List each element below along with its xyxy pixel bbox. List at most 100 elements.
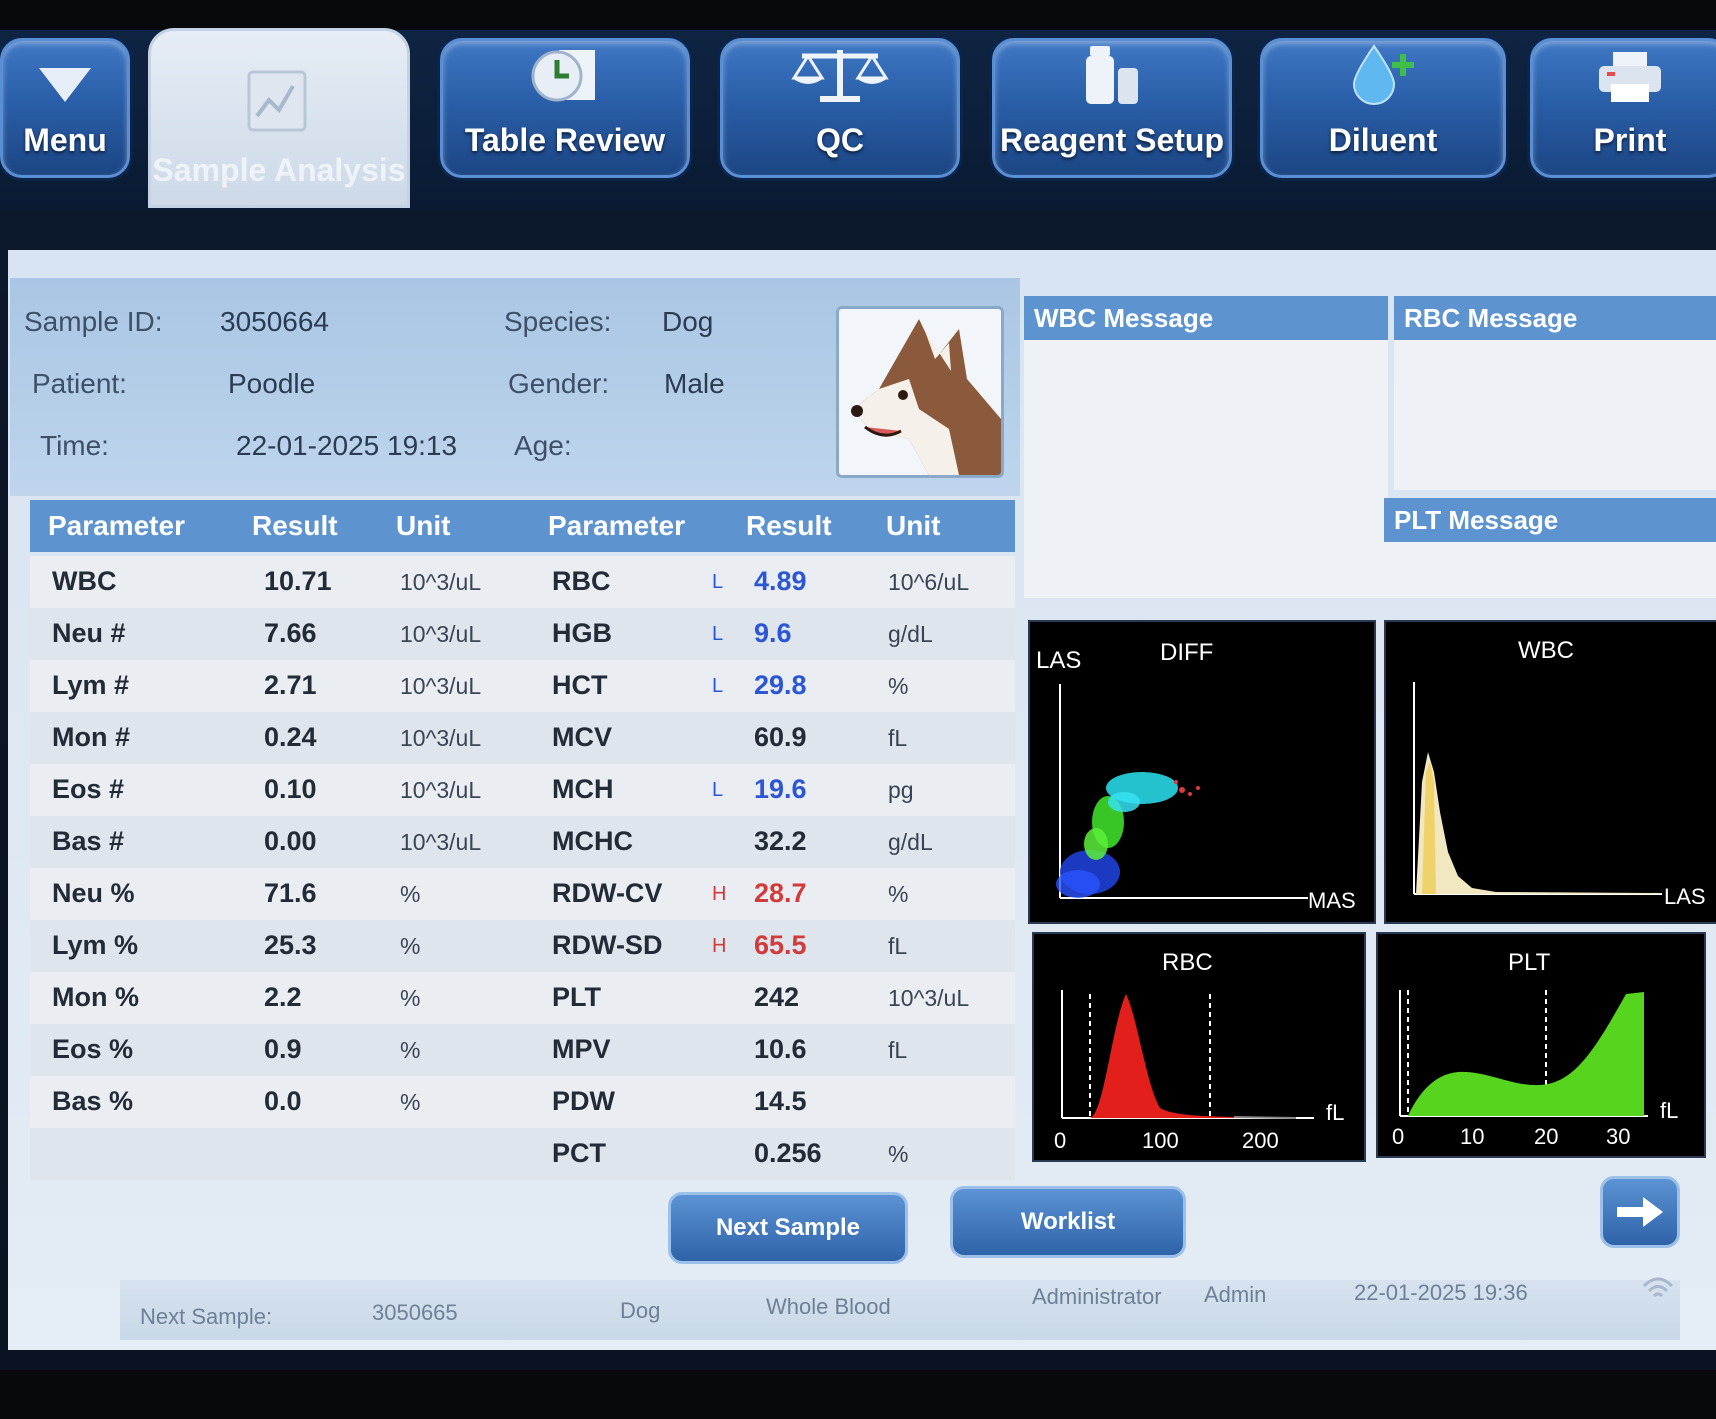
- next-sample-button[interactable]: Next Sample: [668, 1192, 908, 1264]
- plt-tick-2: 20: [1534, 1124, 1558, 1149]
- gender-label: Gender:: [508, 368, 610, 399]
- parameter-unit: %: [400, 881, 421, 907]
- scale-icon: [790, 44, 890, 114]
- parameter-unit: pg: [888, 777, 914, 803]
- next-sample-type: Whole Blood: [766, 1294, 891, 1319]
- result-flag: H: [712, 883, 727, 905]
- clock-document-icon: [525, 44, 605, 114]
- rbc-histogram: RBC fL 0 100 200: [1032, 932, 1366, 1162]
- header-result-1: Result: [252, 510, 338, 541]
- parameter-result: 2.2: [264, 982, 302, 1012]
- species-label: Species:: [504, 306, 612, 337]
- plt-tick-1: 10: [1460, 1124, 1484, 1149]
- tab-reagent-setup[interactable]: Reagent Setup: [992, 38, 1232, 178]
- worklist-button[interactable]: Worklist: [950, 1186, 1186, 1258]
- next-page-button[interactable]: [1600, 1176, 1680, 1248]
- parameter-name: HGB: [552, 618, 612, 648]
- parameter-result: 29.8: [754, 670, 807, 700]
- table-row: PCT 0.256%: [30, 1128, 1015, 1180]
- tab-sample-analysis[interactable]: Sample Analysis: [148, 28, 410, 208]
- parameter-result: 19.6: [754, 774, 807, 804]
- species-value: Dog: [662, 306, 714, 337]
- parameter-unit: %: [888, 1141, 909, 1167]
- wireless-icon: [1640, 1274, 1676, 1310]
- time-label: Time:: [40, 430, 109, 461]
- diff-scatterplot: LAS DIFF MAS: [1028, 620, 1376, 924]
- parameter-unit: 10^3/uL: [400, 777, 482, 803]
- table-row: Bas % 0.0% PDW 14.5: [30, 1076, 1015, 1128]
- menu-button[interactable]: Menu: [0, 38, 130, 178]
- result-flag: L: [712, 779, 724, 801]
- parameter-result: 28.7: [754, 878, 807, 908]
- parameter-name: PCT: [552, 1138, 606, 1168]
- diff-x-label: MAS: [1308, 888, 1356, 913]
- reagent-bottle-icon: [1082, 42, 1142, 114]
- parameter-result: 242: [754, 982, 800, 1012]
- status-bar: Next Sample: 3050665 Dog Whole Blood Adm…: [120, 1277, 1680, 1340]
- parameter-result: 25.3: [264, 930, 317, 960]
- species-avatar: [836, 306, 1004, 478]
- tab-table-review[interactable]: Table Review: [440, 38, 690, 178]
- table-row: Mon % 2.2% PLT 242 10^3/uL: [30, 972, 1015, 1024]
- plt-tick-3: 30: [1606, 1124, 1630, 1149]
- parameter-name: Eos #: [52, 774, 125, 804]
- parameter-unit: g/dL: [888, 621, 933, 647]
- tab-print[interactable]: Print: [1530, 38, 1716, 178]
- printer-icon: [1595, 48, 1665, 114]
- parameter-result: 2.71: [264, 670, 317, 700]
- parameter-unit: 10^3/uL: [400, 829, 482, 855]
- parameter-name: RDW-CV: [552, 878, 663, 908]
- parameter-result: 0.9: [264, 1034, 302, 1064]
- chart-icon: [243, 68, 315, 144]
- table-row: Mon # 0.24 10^3/uL MCV 60.9 fL: [30, 712, 1015, 764]
- diff-title: DIFF: [1160, 639, 1213, 666]
- patient-value: Poodle: [228, 368, 316, 399]
- next-sample-id: 3050665: [372, 1300, 458, 1325]
- plt-unit: fL: [1660, 1098, 1678, 1123]
- parameter-unit: %: [400, 1037, 421, 1063]
- parameter-name: Neu %: [52, 878, 135, 908]
- parameter-name: Bas %: [52, 1086, 134, 1116]
- next-sample-label: Next Sample:: [140, 1304, 273, 1329]
- parameter-name: HCT: [552, 670, 608, 700]
- dog-icon: [839, 309, 1001, 475]
- user-name: Admin: [1204, 1282, 1267, 1307]
- result-flag: L: [712, 623, 724, 645]
- table-row: Eos # 0.10 10^3/uL MCH L 19.6 pg: [30, 764, 1015, 816]
- diff-cluster-blue: [1056, 850, 1120, 898]
- parameter-name: Mon #: [52, 722, 130, 752]
- parameter-result: 71.6: [264, 878, 317, 908]
- parameter-result: 14.5: [754, 1086, 807, 1116]
- parameter-result: 7.66: [264, 618, 317, 648]
- parameter-result: 10.71: [264, 566, 332, 596]
- parameter-unit: %: [400, 985, 421, 1011]
- table-row: Eos % 0.9% MPV 10.6 fL: [30, 1024, 1015, 1076]
- parameter-result: 0.24: [264, 722, 317, 752]
- wbc-x-label: LAS: [1664, 884, 1706, 909]
- parameter-unit: fL: [888, 725, 908, 751]
- sample-id-label: Sample ID:: [24, 306, 163, 337]
- parameter-name: MCV: [552, 722, 612, 752]
- patient-label: Patient:: [32, 368, 127, 399]
- results-table-header: Parameter Result Unit Parameter Result U…: [30, 500, 1015, 552]
- parameter-result: 0.10: [264, 774, 317, 804]
- rbc-tick-2: 200: [1242, 1128, 1279, 1153]
- wbc-message-header: WBC Message: [1024, 296, 1388, 340]
- user-role: Administrator: [1032, 1284, 1162, 1309]
- tab-diluent[interactable]: Diluent: [1260, 38, 1506, 178]
- parameter-unit: %: [888, 673, 909, 699]
- parameter-unit: g/dL: [888, 829, 933, 855]
- rbc-histogram-curve: [1090, 994, 1234, 1118]
- plt-message-header: PLT Message: [1384, 498, 1716, 542]
- tab-qc[interactable]: QC: [720, 38, 960, 178]
- parameter-result: 0.0: [264, 1086, 302, 1116]
- parameter-result: 0.256: [754, 1138, 822, 1168]
- header-result-2: Result: [746, 510, 832, 541]
- parameter-unit: %: [400, 1089, 421, 1115]
- menu-triangle-icon: [35, 64, 95, 114]
- parameter-result: 10.6: [754, 1034, 807, 1064]
- time-value: 22-01-2025 19:13: [236, 430, 458, 461]
- wbc-message-box: [1024, 296, 1388, 598]
- parameter-name: WBC: [52, 566, 117, 596]
- result-flag: L: [712, 571, 724, 593]
